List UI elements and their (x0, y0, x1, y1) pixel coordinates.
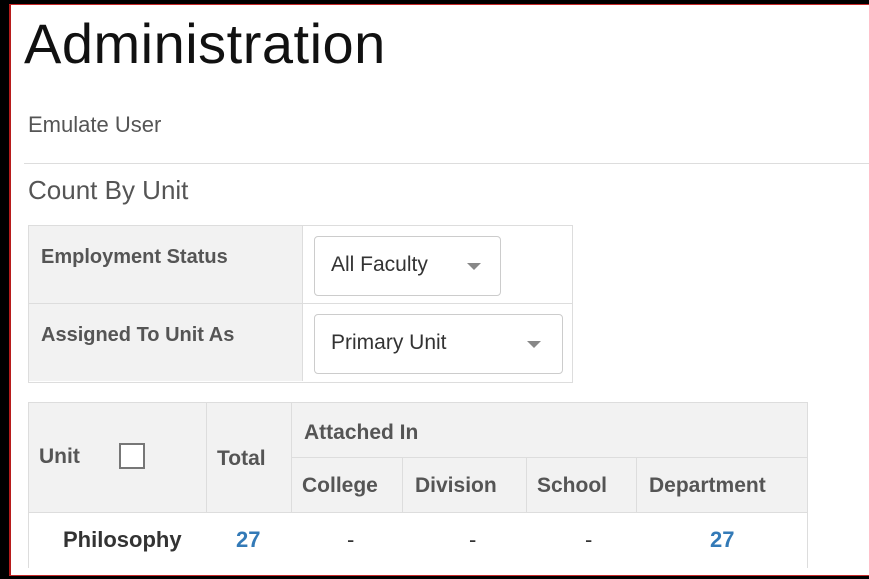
frame-red-bottom-line (9, 575, 869, 576)
cell-division: - (469, 527, 477, 552)
page-title: Administration (24, 12, 386, 75)
filters-table: Employment Status All Faculty Assigned T… (28, 225, 573, 383)
header-attached-in: Attached In (292, 403, 807, 458)
header-department-label: Department (649, 474, 766, 497)
header-department[interactable]: Department (637, 458, 807, 513)
emulate-user-link[interactable]: Emulate User (28, 112, 161, 138)
cell-department-link[interactable]: 27 (710, 527, 734, 553)
cell-total-link[interactable]: 27 (236, 527, 260, 553)
header-division[interactable]: Division (403, 458, 527, 513)
header-college-label: College (302, 474, 378, 497)
caret-down-icon (467, 263, 481, 270)
frame-red-line (9, 4, 11, 576)
table-row: Philosophy 27 - - - 27 (29, 513, 807, 568)
filter-row-assigned-unit: Assigned To Unit As Primary Unit (29, 304, 572, 381)
assigned-unit-label: Assigned To Unit As (29, 304, 303, 381)
frame-red-top-line (9, 4, 869, 5)
header-unit[interactable]: Unit (29, 403, 207, 513)
header-division-label: Division (415, 474, 497, 497)
assigned-unit-select[interactable]: Primary Unit (314, 314, 563, 374)
frame-left-border (0, 0, 9, 579)
employment-status-label: Employment Status (29, 226, 303, 303)
unit-checkbox[interactable] (119, 443, 145, 469)
assigned-unit-value: Primary Unit (331, 331, 447, 354)
cell-college: - (347, 527, 355, 552)
cell-school: - (585, 527, 593, 552)
employment-status-select[interactable]: All Faculty (314, 236, 501, 296)
results-table: Unit Total Attached In College Division … (28, 402, 808, 568)
header-school[interactable]: School (527, 458, 637, 513)
cell-unit: Philosophy (63, 527, 182, 552)
header-total-label: Total (217, 447, 266, 470)
employment-status-value: All Faculty (331, 253, 428, 276)
header-school-label: School (537, 474, 608, 497)
header-unit-label: Unit (39, 445, 80, 468)
divider (24, 163, 869, 164)
filter-row-employment-status: Employment Status All Faculty (29, 226, 572, 304)
header-attached-in-label: Attached In (304, 421, 419, 444)
caret-down-icon (527, 341, 541, 348)
section-title: Count By Unit (28, 175, 189, 205)
header-total[interactable]: Total (207, 403, 292, 513)
header-college[interactable]: College (292, 458, 403, 513)
